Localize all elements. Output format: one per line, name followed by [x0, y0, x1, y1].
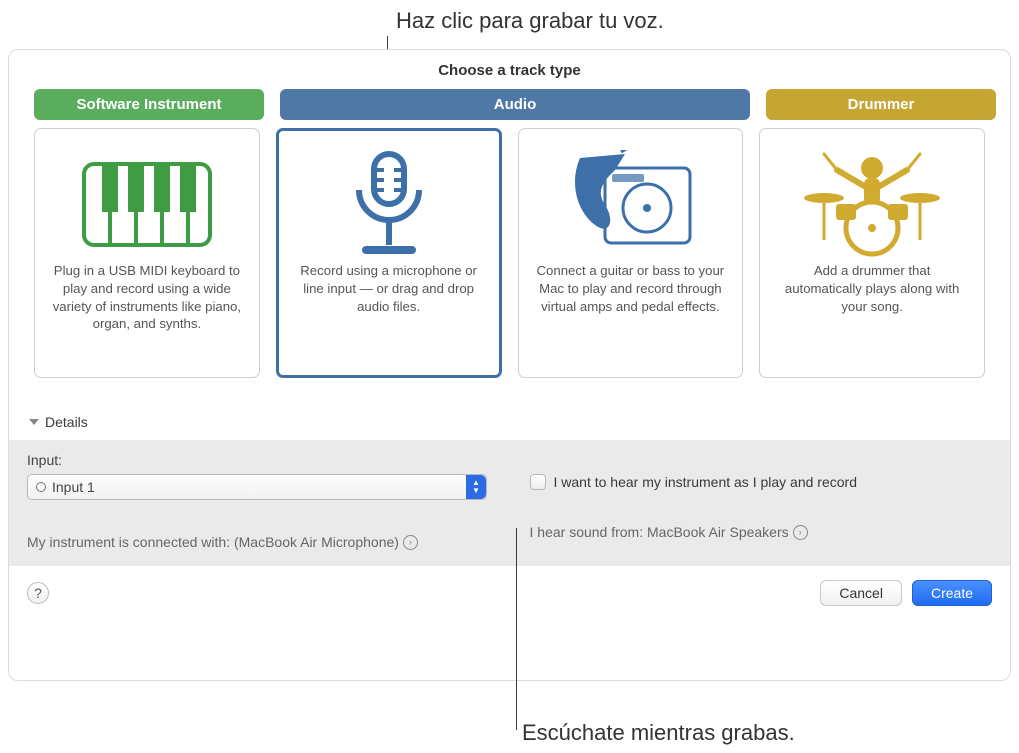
goto-output-settings-icon[interactable]: [793, 525, 808, 540]
track-type-tabs: Software Instrument Audio Drummer: [9, 89, 1010, 120]
new-track-dialog: Choose a track type Software Instrument …: [8, 49, 1011, 681]
card-software-instrument[interactable]: Plug in a USB MIDI keyboard to play and …: [34, 128, 260, 378]
details-disclosure[interactable]: Details: [9, 378, 1010, 440]
output-info: I hear sound from: MacBook Air Speakers: [530, 524, 993, 540]
card-audio-mic[interactable]: Record using a microphone or line input …: [276, 128, 502, 378]
tab-audio[interactable]: Audio: [280, 89, 750, 120]
goto-input-settings-icon[interactable]: [403, 535, 418, 550]
cancel-button[interactable]: Cancel: [820, 580, 902, 606]
help-button[interactable]: ?: [27, 582, 49, 604]
card-mic-desc: Record using a microphone or line input …: [291, 262, 487, 315]
details-label: Details: [45, 414, 88, 430]
monitoring-checkbox[interactable]: [530, 474, 546, 490]
monitoring-label: I want to hear my instrument as I play a…: [554, 474, 857, 490]
details-panel: Input: Input 1 My instrument is connecte…: [9, 440, 1010, 566]
annotation-monitor: Escúchate mientras grabas.: [522, 720, 795, 746]
dialog-footer: ? Cancel Create: [9, 566, 1010, 620]
annotation-record-voice: Haz clic para grabar tu voz.: [396, 8, 664, 34]
input-value: Input 1: [52, 479, 95, 495]
tab-software-instrument[interactable]: Software Instrument: [34, 89, 264, 120]
keyboard-icon: [49, 147, 245, 262]
create-button[interactable]: Create: [912, 580, 992, 606]
input-label: Input:: [27, 452, 490, 468]
card-drummer[interactable]: Add a drummer that automatically plays a…: [759, 128, 985, 378]
card-drummer-desc: Add a drummer that automatically plays a…: [774, 262, 970, 315]
card-software-desc: Plug in a USB MIDI keyboard to play and …: [49, 262, 245, 333]
card-guitar-desc: Connect a guitar or bass to your Mac to …: [533, 262, 729, 315]
chevron-down-icon: [29, 419, 39, 425]
card-audio-guitar[interactable]: Connect a guitar or bass to your Mac to …: [518, 128, 744, 378]
callout-line-bottom: [516, 528, 517, 730]
instrument-connection-info: My instrument is connected with: (MacBoo…: [27, 534, 490, 550]
drummer-icon: [774, 147, 970, 262]
track-type-cards: Plug in a USB MIDI keyboard to play and …: [9, 120, 1010, 378]
guitar-amp-icon: [533, 147, 729, 262]
tab-drummer[interactable]: Drummer: [766, 89, 996, 120]
mono-channel-icon: [36, 482, 46, 492]
dialog-title: Choose a track type: [9, 50, 1010, 89]
input-select[interactable]: Input 1: [27, 474, 487, 500]
microphone-icon: [291, 147, 487, 262]
stepper-arrows-icon: [466, 475, 486, 499]
